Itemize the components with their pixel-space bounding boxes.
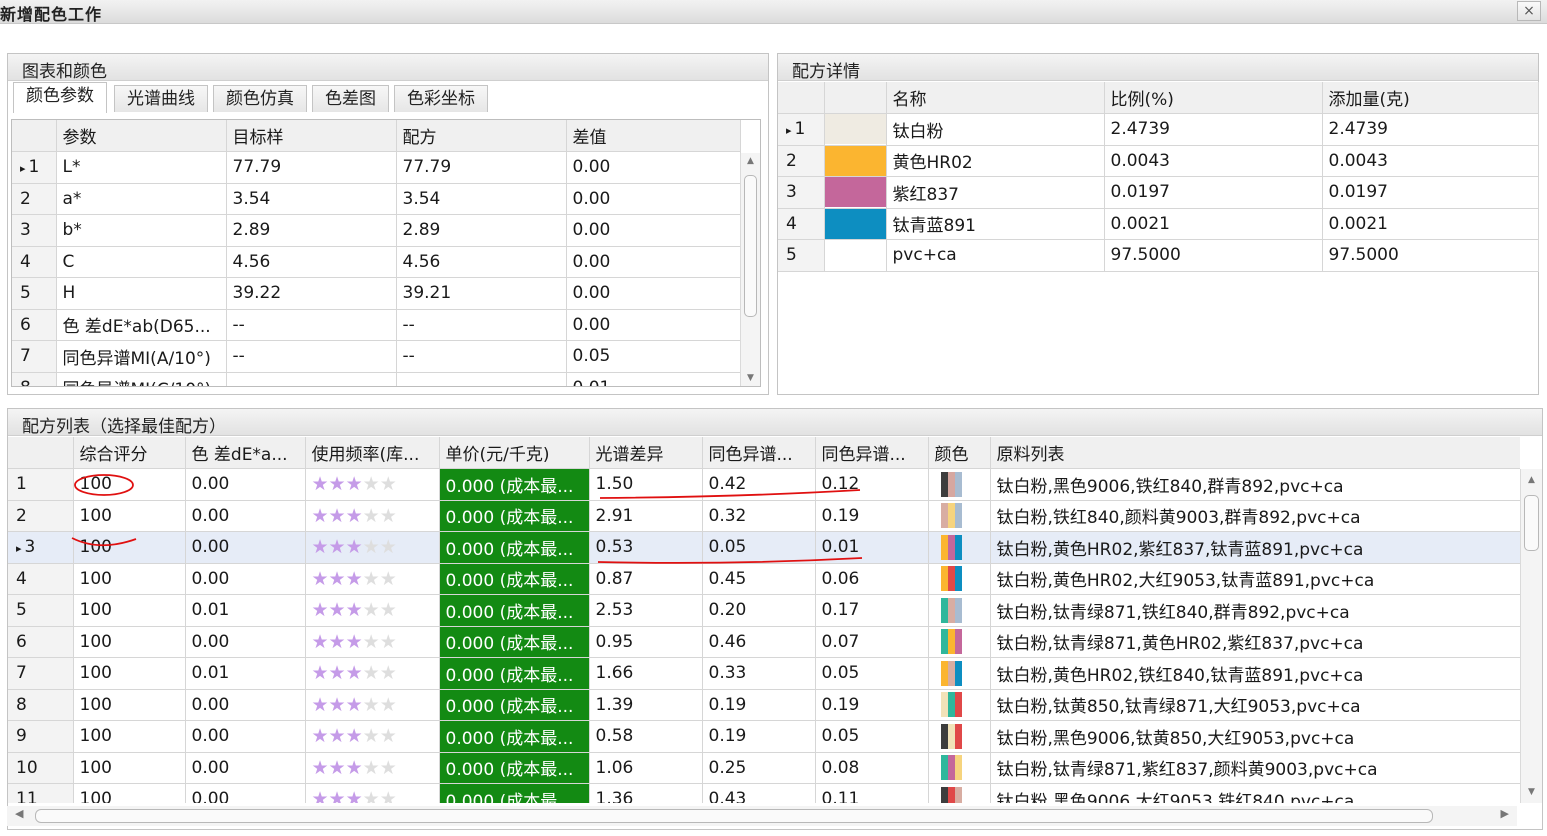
red-annotation-marks	[71, 474, 863, 564]
underline-row-3	[597, 557, 863, 564]
score-underline-row-3	[71, 537, 137, 547]
underline-row-1	[599, 489, 861, 499]
score-circle-row-1	[74, 474, 134, 496]
